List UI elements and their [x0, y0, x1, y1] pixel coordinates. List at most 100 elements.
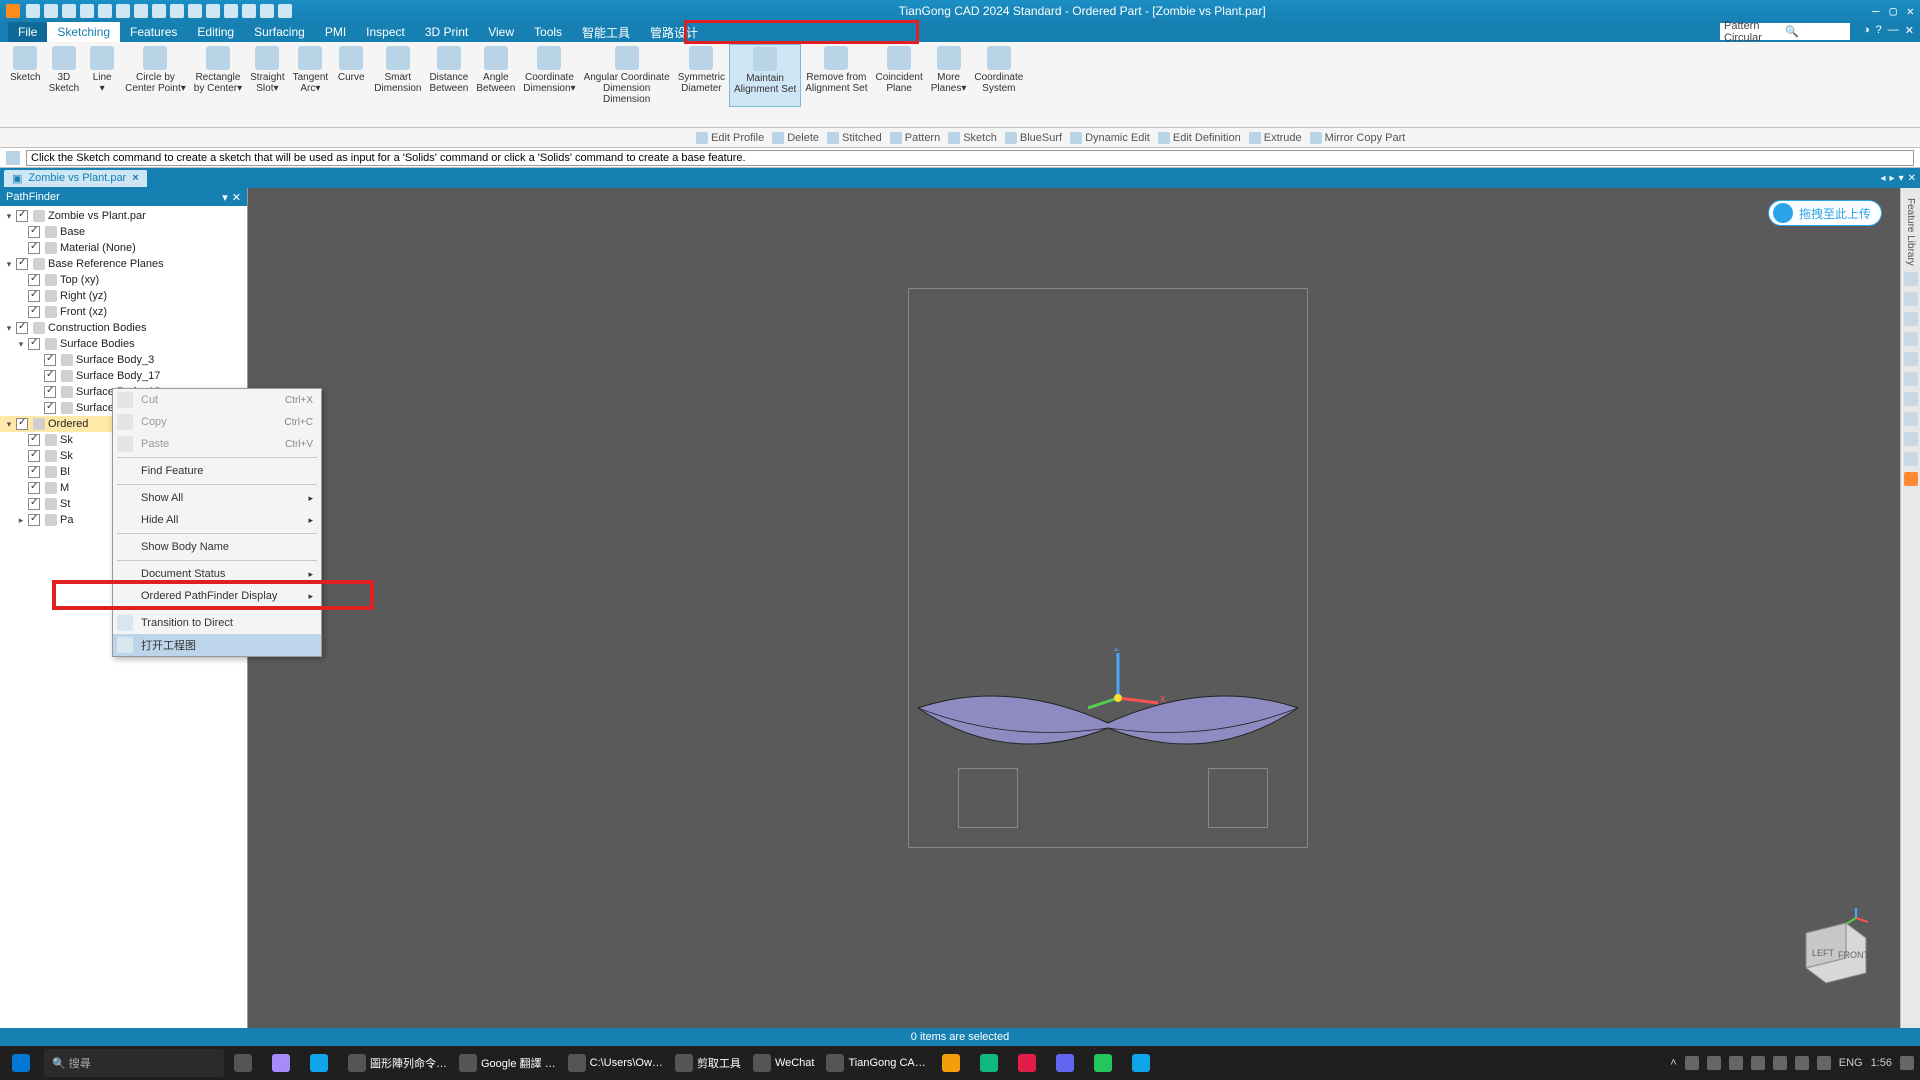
- tab-tools[interactable]: Tools: [524, 22, 572, 42]
- upload-badge[interactable]: 拖拽至此上传: [1768, 200, 1882, 226]
- qat-icon[interactable]: [152, 4, 166, 18]
- visibility-checkbox[interactable]: [28, 274, 40, 286]
- start-button[interactable]: [6, 1049, 40, 1077]
- tab-nav-icon[interactable]: ◂: [1881, 173, 1886, 184]
- tree-node[interactable]: ▾Construction Bodies: [0, 320, 247, 336]
- visibility-checkbox[interactable]: [44, 402, 56, 414]
- taskbar-search[interactable]: 🔍 搜尋: [44, 1049, 224, 1077]
- taskbar-app[interactable]: Google 翻譯 …: [453, 1049, 562, 1077]
- visibility-checkbox[interactable]: [28, 450, 40, 462]
- strip-icon[interactable]: [1904, 332, 1918, 346]
- ribbon-button[interactable]: Remove fromAlignment Set: [801, 44, 871, 107]
- qat-icon[interactable]: [206, 4, 220, 18]
- prompt-input[interactable]: [26, 150, 1914, 166]
- command-item[interactable]: Mirror Copy Part: [1310, 132, 1406, 144]
- tray-icon[interactable]: [1751, 1056, 1765, 1070]
- task-view-button[interactable]: [228, 1049, 262, 1077]
- taskbar-app[interactable]: [1050, 1049, 1084, 1077]
- expand-icon[interactable]: ▸: [16, 515, 26, 526]
- command-item[interactable]: Edit Definition: [1158, 132, 1241, 144]
- tree-node[interactable]: Base: [0, 224, 247, 240]
- ribbon-button[interactable]: Angular CoordinateDimensionDimension: [580, 44, 674, 107]
- strip-icon[interactable]: [1904, 292, 1918, 306]
- taskbar-app[interactable]: [1012, 1049, 1046, 1077]
- context-menu-item[interactable]: Transition to Direct: [113, 612, 321, 634]
- notifications-icon[interactable]: [1900, 1056, 1914, 1070]
- command-item[interactable]: Stitched: [827, 132, 882, 144]
- strip-icon[interactable]: [1904, 392, 1918, 406]
- taskbar-app[interactable]: [936, 1049, 970, 1077]
- visibility-checkbox[interactable]: [28, 226, 40, 238]
- context-menu-item[interactable]: 打开工程图: [113, 634, 321, 656]
- qat-icon[interactable]: [62, 4, 76, 18]
- ribbon-button[interactable]: CoordinateSystem: [970, 44, 1027, 107]
- strip-icon[interactable]: [1904, 272, 1918, 286]
- help-icon[interactable]: ◑: [1863, 24, 1870, 37]
- ribbon-button[interactable]: CoincidentPlane: [872, 44, 927, 107]
- close-doc-icon[interactable]: ✕: [1905, 24, 1914, 37]
- qat-icon[interactable]: [98, 4, 112, 18]
- document-tab[interactable]: ▣ Zombie vs Plant.par ×: [4, 170, 147, 187]
- minimize-button[interactable]: —: [1872, 4, 1879, 18]
- taskbar-app[interactable]: 剪取工具: [669, 1049, 747, 1077]
- ribbon-button[interactable]: Curve: [332, 44, 370, 107]
- tree-node[interactable]: Top (xy): [0, 272, 247, 288]
- visibility-checkbox[interactable]: [28, 338, 40, 350]
- ribbon-button[interactable]: DistanceBetween: [425, 44, 472, 107]
- visibility-checkbox[interactable]: [28, 434, 40, 446]
- visibility-checkbox[interactable]: [28, 306, 40, 318]
- strip-icon[interactable]: [1904, 352, 1918, 366]
- qat-icon[interactable]: [242, 4, 256, 18]
- tree-node[interactable]: Surface Body_3: [0, 352, 247, 368]
- viewport-3d[interactable]: z x 拖拽至此上传 LEFT FRONT: [248, 188, 1900, 1028]
- context-menu-item[interactable]: Hide All▸: [113, 509, 321, 531]
- tab-nav-icon[interactable]: ▾: [1899, 173, 1904, 184]
- qat-icon[interactable]: [260, 4, 274, 18]
- tray-icon[interactable]: [1817, 1056, 1831, 1070]
- tab-nav-icon[interactable]: ✕: [1908, 173, 1916, 184]
- visibility-checkbox[interactable]: [16, 210, 28, 222]
- tray-icon[interactable]: [1773, 1056, 1787, 1070]
- taskbar-app[interactable]: C:\Users\Ow…: [562, 1049, 669, 1077]
- visibility-checkbox[interactable]: [44, 370, 56, 382]
- visibility-checkbox[interactable]: [16, 418, 28, 430]
- ribbon-button[interactable]: 3DSketch: [45, 44, 84, 107]
- strip-icon[interactable]: [1904, 472, 1918, 486]
- tree-node[interactable]: Surface Body_17: [0, 368, 247, 384]
- close-button[interactable]: ✕: [1907, 4, 1914, 18]
- expand-icon[interactable]: ▾: [4, 419, 14, 430]
- tab-surfacing[interactable]: Surfacing: [244, 22, 315, 42]
- visibility-checkbox[interactable]: [44, 354, 56, 366]
- strip-icon[interactable]: [1904, 452, 1918, 466]
- taskbar-app[interactable]: [266, 1049, 300, 1077]
- qat-icon[interactable]: [26, 4, 40, 18]
- tray-icon[interactable]: [1707, 1056, 1721, 1070]
- expand-icon[interactable]: ▾: [16, 339, 26, 350]
- ribbon-button[interactable]: MorePlanes▾: [927, 44, 971, 107]
- taskbar-app[interactable]: [1088, 1049, 1122, 1077]
- ribbon-button[interactable]: SmartDimension: [370, 44, 425, 107]
- tray-icon[interactable]: [1685, 1056, 1699, 1070]
- command-item[interactable]: Sketch: [948, 132, 997, 144]
- qat-icon[interactable]: [188, 4, 202, 18]
- ribbon-button[interactable]: Line▾: [83, 44, 121, 107]
- qat-icon[interactable]: [80, 4, 94, 18]
- command-item[interactable]: Delete: [772, 132, 819, 144]
- tree-node[interactable]: Material (None): [0, 240, 247, 256]
- tray-chevron-icon[interactable]: ˄: [1670, 1057, 1676, 1069]
- qat-icon[interactable]: [224, 4, 238, 18]
- tree-node[interactable]: Front (xz): [0, 304, 247, 320]
- taskbar-app[interactable]: [304, 1049, 338, 1077]
- ribbon-button[interactable]: AngleBetween: [472, 44, 519, 107]
- command-item[interactable]: Pattern: [890, 132, 940, 144]
- context-menu-item[interactable]: Ordered PathFinder Display▸: [113, 585, 321, 607]
- strip-icon[interactable]: [1904, 432, 1918, 446]
- strip-icon[interactable]: [1904, 312, 1918, 326]
- qat-icon[interactable]: [170, 4, 184, 18]
- tab-view[interactable]: View: [478, 22, 524, 42]
- context-menu-item[interactable]: Show Body Name: [113, 536, 321, 558]
- tab-pmi[interactable]: PMI: [315, 22, 356, 42]
- help-icon[interactable]: ?: [1876, 24, 1882, 37]
- command-item[interactable]: Edit Profile: [696, 132, 764, 144]
- visibility-checkbox[interactable]: [16, 258, 28, 270]
